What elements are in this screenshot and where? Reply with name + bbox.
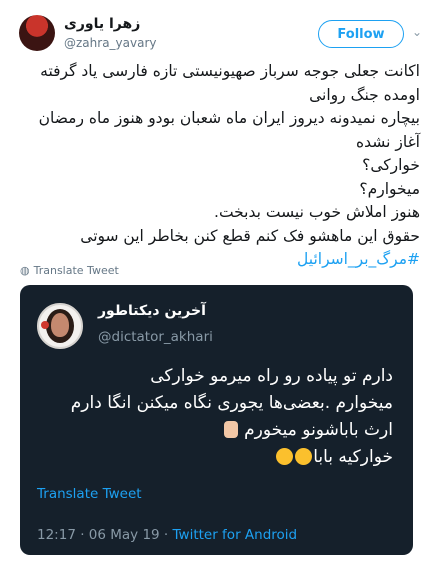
tweet-line: اومده جنگ روانی [309,85,420,104]
quoted-author-name[interactable]: آخرین دیکتاطور [98,303,206,319]
tweet-line: خوارکی؟ [362,156,420,174]
quoted-avatar[interactable] [37,303,83,349]
expressionless-face-emoji-icon [276,448,294,465]
quoted-translate-tweet-link[interactable]: Translate Tweet [37,486,142,502]
author-handle[interactable]: @zahra_yavary [64,36,157,50]
tweet-line: میخوارم؟ [359,179,420,198]
tweet-line: بیچاره نمیدونه دیروز ایران ماه شعبان بود… [38,109,420,127]
hushed-face-emoji-icon [295,448,313,465]
quoted-line: ارث باباشونو میخورم [244,420,393,440]
quoted-line: خوارکیه بابا [313,447,393,467]
author-name[interactable]: زهرا یاوری [64,16,140,32]
source-app-link[interactable]: Twitter for Android [173,527,298,543]
translate-tweet-label: Translate Tweet [33,264,119,277]
quoted-author-handle[interactable]: @dictator_akhari [98,329,213,345]
quoted-timestamp: 12:17 · 06 May 19 · [37,527,173,543]
author-avatar[interactable] [19,15,55,51]
globe-icon: ◍ [20,264,30,277]
quoted-tweet-text: دارم تو پیاده رو راه میرمو خوارکی میخوار… [33,363,393,471]
tweet-line: اکانت جعلی جوجه سرباز صهیونیستی تازه فار… [40,62,420,80]
quoted-line: دارم تو پیاده رو راه میرمو خوارکی [150,366,393,386]
tweet-line: حقوق این ماهشو فک کنم قطع کنن بخاطر این … [80,226,420,245]
follow-button[interactable]: Follow [318,20,404,48]
tweet-line: هنوز املاش خوب نیست بدبخت. [214,203,420,221]
quoted-line: میخوارم .بعضی‌ها یجوری نگاه میکنن انگا د… [70,393,393,413]
chevron-down-icon[interactable]: ⌄ [412,25,422,39]
woman-shrugging-emoji-icon [223,421,238,438]
quoted-tweet-card[interactable]: آخرین دیکتاطور @dictator_akhari دارم تو … [20,285,413,555]
tweet-text: اکانت جعلی جوجه سرباز صهیونیستی تازه فار… [10,60,420,272]
quoted-tweet-meta: 12:17 · 06 May 19 · Twitter for Android [37,527,297,543]
tweet-line: آغاز نشده [356,132,420,151]
translate-tweet-link[interactable]: ◍ Translate Tweet [20,264,119,277]
